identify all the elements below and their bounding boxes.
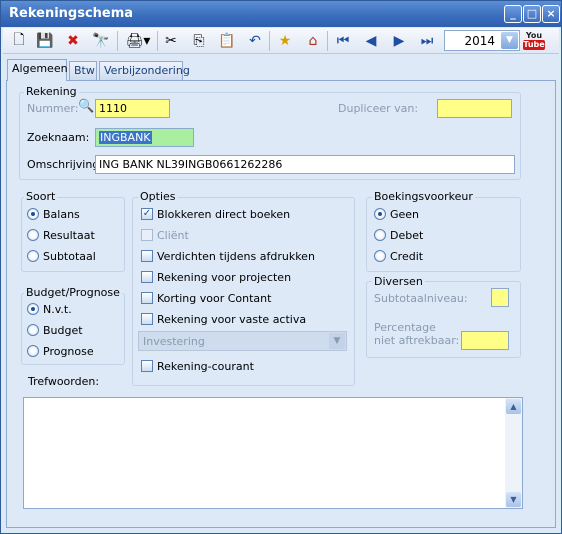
trefwoorden-scrollbar[interactable]: ▲ ▼ [505, 398, 522, 508]
checkbox-projecten-label: Rekening voor projecten [157, 271, 292, 284]
radio-budget-label: Budget [43, 324, 83, 337]
radio-balans[interactable] [27, 208, 39, 220]
title-bar[interactable]: Rekeningschema _ □ × [1, 1, 561, 27]
checkbox-blokkeren-label: Blokkeren direct boeken [157, 208, 291, 221]
toolbar-separator [269, 31, 270, 51]
checkbox-verdichten-label: Verdichten tijdens afdrukken [157, 250, 315, 263]
trefwoorden-field[interactable]: ▲ ▼ [23, 397, 523, 509]
scroll-up-icon[interactable]: ▲ [506, 399, 521, 414]
rekening-group-label: Rekening [24, 85, 79, 98]
copy-icon[interactable]: ⎘ [189, 31, 209, 51]
soort-group-label: Soort [24, 190, 58, 203]
previous-record-icon[interactable]: ◀ [361, 31, 381, 51]
checkbox-client [141, 229, 153, 241]
checkbox-client-label: Cliënt [157, 229, 189, 242]
boekingsvoorkeur-group-label: Boekingsvoorkeur [372, 190, 475, 203]
cut-icon[interactable]: ✂ [161, 31, 181, 51]
checkbox-korting[interactable] [141, 292, 153, 304]
radio-geen[interactable] [374, 208, 386, 220]
radio-subtotaal-label: Subtotaal [43, 250, 96, 263]
budget-group-label: Budget/Prognose [24, 286, 122, 299]
radio-debet-label: Debet [390, 229, 424, 242]
subtotaalniveau-field[interactable] [491, 288, 509, 307]
window-title: Rekeningschema [9, 6, 134, 21]
toolbar-separator [327, 31, 328, 51]
radio-resultaat-label: Resultaat [43, 229, 95, 242]
next-record-icon[interactable]: ▶ [389, 31, 409, 51]
print-icon[interactable]: 🖨▾ [123, 31, 153, 51]
first-record-icon[interactable]: ⏮ [333, 31, 353, 51]
investering-value: Investering [143, 335, 205, 348]
search-icon[interactable]: 🔍 [78, 99, 94, 114]
checkbox-verdichten[interactable] [141, 250, 153, 262]
new-document-icon[interactable]: 🗋 [9, 31, 29, 51]
year-value: 2014 [464, 34, 495, 48]
paste-icon[interactable]: 📋 [217, 31, 237, 51]
radio-geen-label: Geen [390, 208, 420, 221]
radio-credit-label: Credit [390, 250, 424, 263]
investering-select: Investering ▼ [138, 331, 347, 351]
zoeknaam-label: Zoeknaam: [27, 131, 90, 144]
radio-nvt[interactable] [27, 303, 39, 315]
percentage-field[interactable] [461, 331, 509, 350]
subtotaalniveau-label: Subtotaalniveau: [374, 292, 468, 305]
tab-verbijzondering[interactable]: Verbijzondering [99, 61, 190, 80]
checkbox-rekening-courant[interactable] [141, 360, 153, 372]
maximize-button[interactable]: □ [523, 5, 541, 23]
checkbox-projecten[interactable] [141, 271, 153, 283]
diversen-group-label: Diversen [372, 275, 425, 288]
home-add-icon[interactable]: ⌂ [303, 31, 323, 51]
scroll-down-icon[interactable]: ▼ [506, 492, 521, 507]
tab-btw[interactable]: Btw [69, 61, 97, 80]
omschrijving-field[interactable]: ING BANK NL39INGB0661262286 [95, 155, 515, 174]
radio-prognose-label: Prognose [43, 345, 94, 358]
last-record-icon[interactable]: ⏭ [417, 31, 437, 51]
toolbar-separator [117, 31, 118, 51]
radio-subtotaal[interactable] [27, 250, 39, 262]
zoeknaam-value: INGBANK [99, 131, 152, 144]
binoculars-icon[interactable]: 🔭 [91, 31, 111, 51]
niet-aftrekbaar-label: niet aftrekbaar: [374, 334, 460, 347]
delete-icon[interactable]: ✖ [63, 31, 83, 51]
zoeknaam-field[interactable]: INGBANK [95, 128, 194, 147]
trefwoorden-label: Trefwoorden: [28, 375, 100, 388]
opties-group-label: Opties [138, 190, 178, 203]
dupliceer-label: Dupliceer van: [338, 102, 419, 115]
toolbar-separator [157, 31, 158, 51]
radio-debet[interactable] [374, 229, 386, 241]
dupliceer-field[interactable] [437, 99, 512, 118]
radio-resultaat[interactable] [27, 229, 39, 241]
checkbox-vaste-activa-label: Rekening voor vaste activa [157, 313, 307, 326]
radio-balans-label: Balans [43, 208, 80, 221]
save-icon[interactable]: 💾 [35, 31, 55, 51]
radio-credit[interactable] [374, 250, 386, 262]
omschrijving-label: Omschrijving: [27, 158, 103, 171]
checkbox-rekening-courant-label: Rekening-courant [157, 360, 254, 373]
undo-icon[interactable]: ↶ [245, 31, 265, 51]
tab-algemeen[interactable]: Algemeen [7, 59, 68, 81]
close-button[interactable]: × [542, 5, 560, 23]
add-star-icon[interactable]: ★ [275, 31, 295, 51]
toolbar: 🗋 💾 ✖ 🔭 🖨▾ ✂ ⎘ 📋 ↶ ★ ⌂ ⏮ ◀ ▶ ⏭ 2014 ▼ Yo… [3, 28, 559, 54]
checkbox-blokkeren[interactable]: ✓ [141, 208, 153, 220]
percentage-label: Percentage [374, 321, 436, 334]
checkbox-vaste-activa[interactable] [141, 313, 153, 325]
nummer-field[interactable]: 1110 [95, 99, 170, 118]
checkbox-korting-label: Korting voor Contant [157, 292, 272, 305]
youtube-icon[interactable]: You Tube [523, 31, 545, 51]
year-select[interactable]: 2014 ▼ [444, 30, 520, 51]
chevron-down-icon: ▼ [329, 333, 345, 349]
chevron-down-icon[interactable]: ▼ [501, 32, 518, 49]
radio-nvt-label: N.v.t. [43, 303, 72, 316]
minimize-button[interactable]: _ [504, 5, 522, 23]
nummer-label: Nummer: [27, 102, 79, 115]
radio-prognose[interactable] [27, 345, 39, 357]
radio-budget[interactable] [27, 324, 39, 336]
